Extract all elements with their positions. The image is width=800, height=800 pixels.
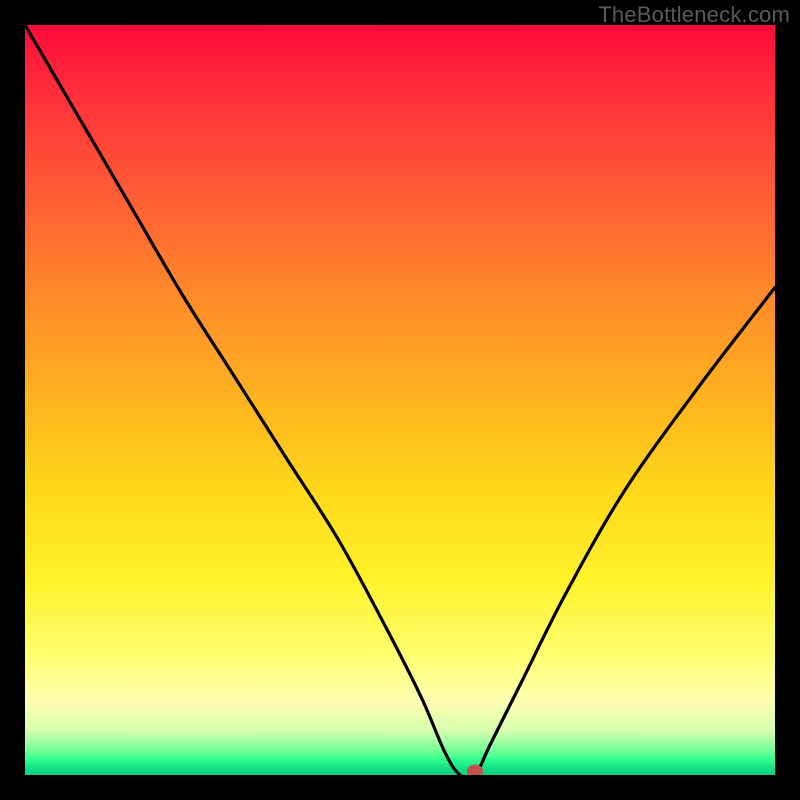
bottleneck-curve-path: [25, 25, 775, 775]
plot-area: [25, 25, 775, 775]
watermark-text: TheBottleneck.com: [598, 2, 790, 28]
curve-svg: [25, 25, 775, 775]
chart-frame: TheBottleneck.com: [0, 0, 800, 800]
